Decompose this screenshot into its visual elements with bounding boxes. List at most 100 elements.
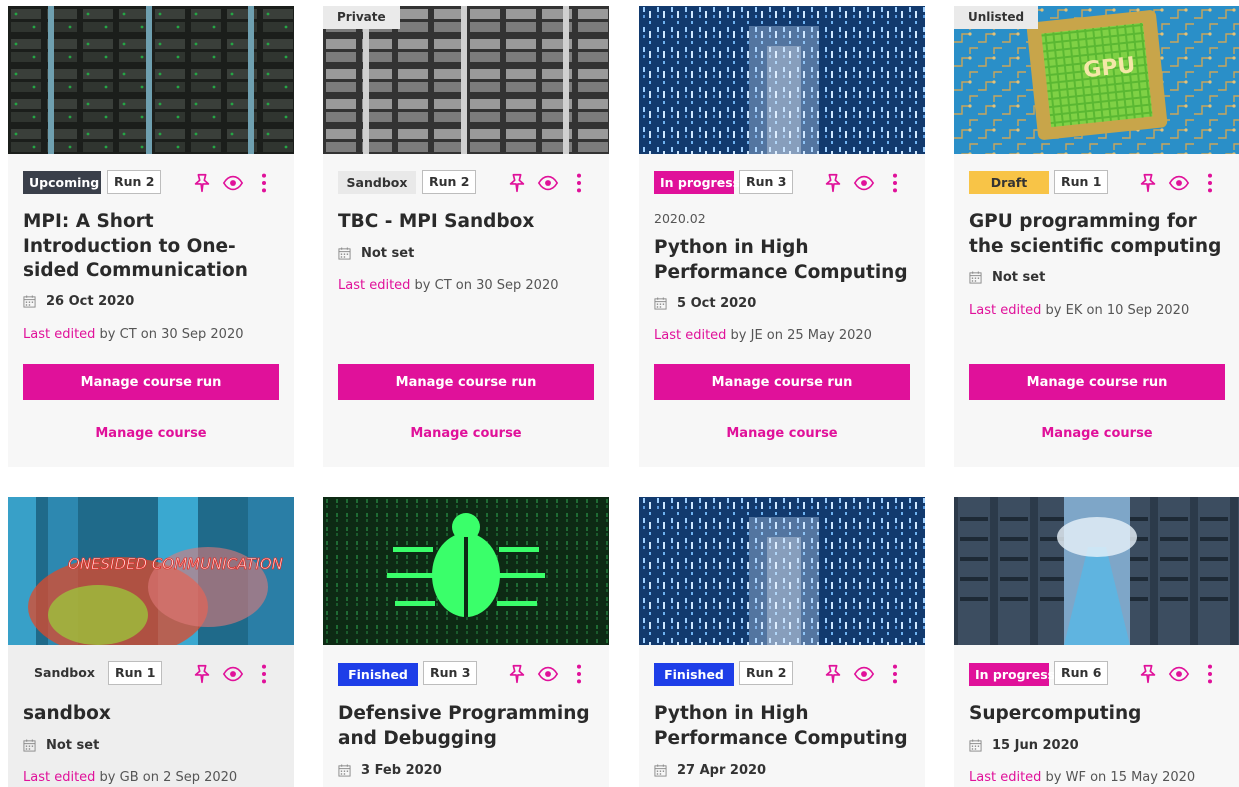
eye-icon[interactable] — [221, 662, 245, 686]
more-vertical-icon[interactable] — [883, 171, 907, 195]
date-text: Not set — [46, 738, 100, 753]
course-title[interactable]: Defensive Programming and Debugging — [338, 702, 600, 751]
course-card: GPU Unlisted Draft Run 1 GPU programming… — [954, 6, 1239, 467]
manage-course-run-button[interactable]: Manage course run — [654, 364, 910, 400]
last-edited-text: by CT on 30 Sep 2020 — [410, 278, 559, 293]
manage-course-link[interactable]: Manage course — [338, 422, 594, 446]
calendar-icon — [23, 739, 36, 752]
eye-icon[interactable] — [1167, 662, 1191, 686]
course-title[interactable]: MPI: A Short Introduction to One-sided C… — [23, 210, 285, 284]
calendar-icon — [338, 764, 351, 777]
course-title[interactable]: TBC - MPI Sandbox — [338, 210, 600, 235]
pin-icon[interactable] — [505, 662, 529, 686]
calendar-icon — [338, 247, 351, 260]
visibility-badge: Private — [323, 6, 400, 29]
course-title[interactable]: Python in High Performance Computing — [654, 236, 916, 285]
last-edited: Last edited by EK on 10 Sep 2020 — [969, 303, 1189, 318]
run-badge: Run 3 — [739, 170, 794, 194]
course-date: Not set — [969, 270, 1045, 285]
course-date: 26 Oct 2020 — [23, 294, 134, 309]
more-vertical-icon[interactable] — [567, 662, 591, 686]
status-badge: Sandbox — [34, 665, 95, 680]
course-date: 15 Jun 2020 — [969, 738, 1079, 753]
last-edited-link[interactable]: Last edited — [654, 328, 726, 343]
pin-icon[interactable] — [821, 662, 845, 686]
eye-icon[interactable] — [852, 662, 876, 686]
course-thumbnail[interactable]: ONESIDED COMMUNICATION — [8, 497, 294, 645]
manage-course-run-button[interactable]: Manage course run — [969, 364, 1225, 400]
last-edited-link[interactable]: Last edited — [969, 303, 1041, 318]
course-thumbnail[interactable] — [8, 6, 294, 154]
manage-course-link[interactable]: Manage course — [23, 422, 279, 446]
last-edited-link[interactable]: Last edited — [23, 770, 95, 785]
course-title[interactable]: GPU programming for the scientific compu… — [969, 210, 1231, 259]
more-vertical-icon[interactable] — [252, 171, 276, 195]
date-text: 5 Oct 2020 — [677, 296, 757, 311]
last-edited-text: by EK on 10 Sep 2020 — [1041, 303, 1190, 318]
course-date: Not set — [338, 246, 414, 261]
last-edited-text: by CT on 30 Sep 2020 — [95, 327, 244, 342]
date-text: 27 Apr 2020 — [677, 763, 767, 778]
more-vertical-icon[interactable] — [1198, 171, 1222, 195]
eye-icon[interactable] — [852, 171, 876, 195]
pin-icon[interactable] — [1136, 662, 1160, 686]
pin-icon[interactable] — [1136, 171, 1160, 195]
course-card: Upcoming Run 2 MPI: A Short Introduction… — [8, 6, 294, 467]
eye-icon[interactable] — [1167, 171, 1191, 195]
more-vertical-icon[interactable] — [883, 662, 907, 686]
last-edited-link[interactable]: Last edited — [23, 327, 95, 342]
course-thumbnail[interactable] — [639, 6, 925, 154]
more-vertical-icon[interactable] — [1198, 662, 1222, 686]
pin-icon[interactable] — [190, 171, 214, 195]
manage-course-link[interactable]: Manage course — [654, 422, 910, 446]
eye-icon[interactable] — [221, 171, 245, 195]
pin-icon[interactable] — [821, 171, 845, 195]
run-badge: Run 2 — [422, 170, 477, 194]
run-badge: Run 2 — [107, 170, 162, 194]
date-text: Not set — [361, 246, 415, 261]
course-card: ONESIDED COMMUNICATION Sandbox Run 1 san… — [8, 497, 294, 787]
last-edited: Last edited by JE on 25 May 2020 — [654, 328, 872, 343]
course-date: 27 Apr 2020 — [654, 763, 766, 778]
status-badge: Upcoming — [23, 171, 101, 194]
last-edited-text: by GB on 2 Sep 2020 — [95, 770, 238, 785]
manage-course-link[interactable]: Manage course — [969, 422, 1225, 446]
calendar-icon — [969, 271, 982, 284]
pin-icon[interactable] — [505, 171, 529, 195]
course-date: 3 Feb 2020 — [338, 763, 442, 778]
eye-icon[interactable] — [536, 171, 560, 195]
course-thumbnail[interactable] — [639, 497, 925, 645]
course-thumbnail[interactable] — [954, 497, 1239, 645]
manage-course-run-button[interactable]: Manage course run — [23, 364, 279, 400]
course-card: Private Sandbox Run 2 TBC - MPI Sandbox … — [323, 6, 609, 467]
calendar-icon — [23, 295, 36, 308]
last-edited: Last edited by WF on 15 May 2020 — [969, 770, 1195, 785]
date-text: 15 Jun 2020 — [992, 738, 1079, 753]
more-vertical-icon[interactable] — [567, 171, 591, 195]
last-edited-text: by WF on 15 May 2020 — [1041, 770, 1196, 785]
course-title[interactable]: Python in High Performance Computing — [654, 702, 916, 751]
calendar-icon — [654, 764, 667, 777]
status-badge: Finished — [338, 663, 418, 686]
manage-course-run-button[interactable]: Manage course run — [338, 364, 594, 400]
date-text: 3 Feb 2020 — [361, 763, 442, 778]
calendar-icon — [969, 739, 982, 752]
course-title[interactable]: sandbox — [23, 702, 285, 727]
course-card: Finished Run 2 Python in High Performanc… — [639, 497, 925, 787]
run-badge: Run 1 — [108, 661, 163, 685]
eye-icon[interactable] — [536, 662, 560, 686]
run-badge: Run 6 — [1054, 661, 1109, 685]
more-vertical-icon[interactable] — [252, 662, 276, 686]
date-text: 26 Oct 2020 — [46, 294, 135, 309]
pin-icon[interactable] — [190, 662, 214, 686]
last-edited-text: by JE on 25 May 2020 — [726, 328, 872, 343]
course-thumbnail[interactable] — [323, 497, 609, 645]
course-card: In progress Run 6 Supercomputing 15 Jun … — [954, 497, 1239, 787]
status-badge: Finished — [654, 663, 734, 686]
course-title[interactable]: Supercomputing — [969, 702, 1231, 727]
last-edited-link[interactable]: Last edited — [969, 770, 1041, 785]
last-edited: Last edited by GB on 2 Sep 2020 — [23, 770, 237, 785]
visibility-badge: Unlisted — [954, 6, 1039, 29]
last-edited-link[interactable]: Last edited — [338, 278, 410, 293]
status-badge: Sandbox — [338, 171, 416, 194]
